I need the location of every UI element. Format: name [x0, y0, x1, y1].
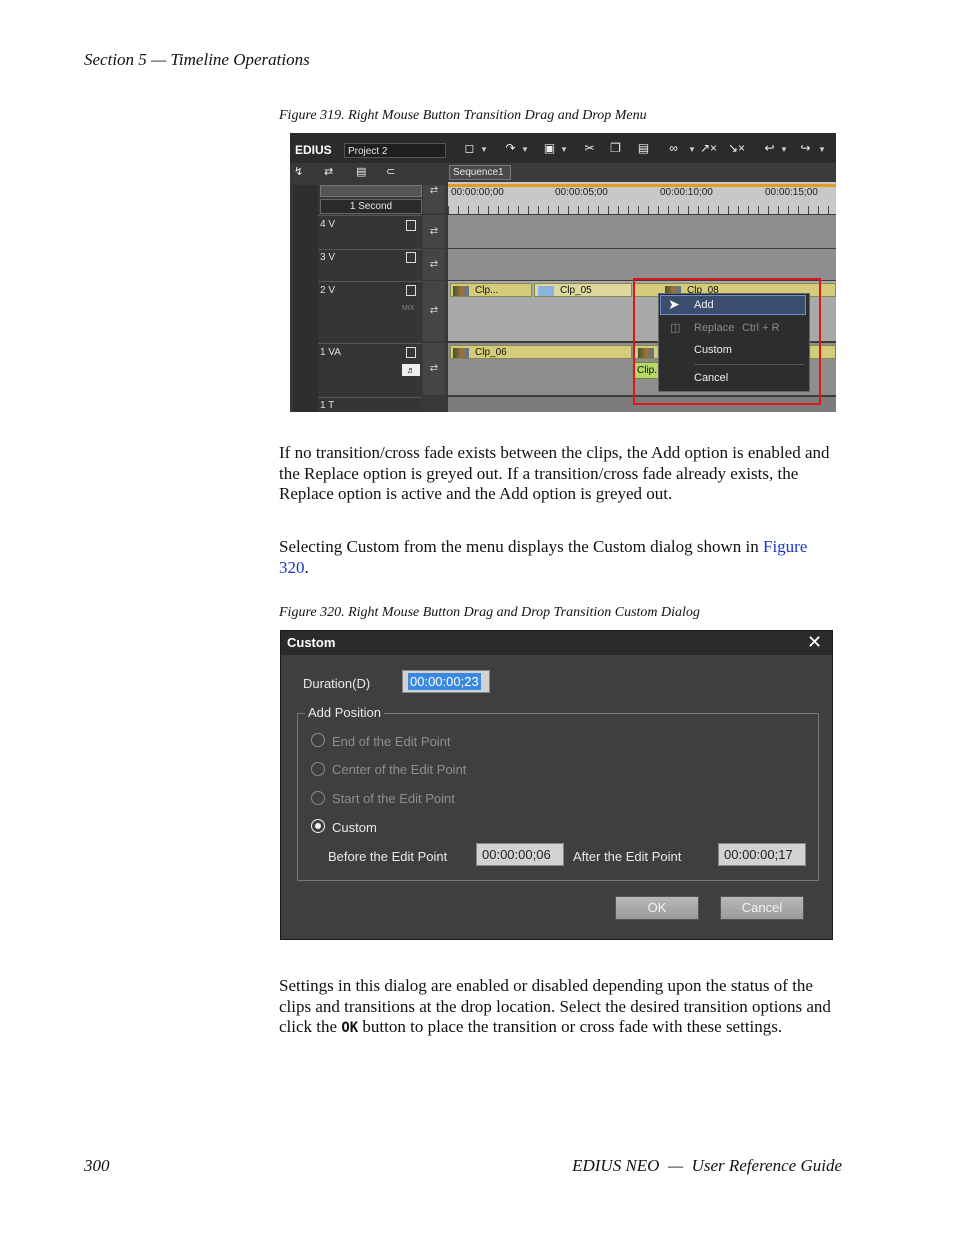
duration-label: Duration(D) — [303, 676, 371, 691]
track-label-2v: 2 V — [320, 285, 336, 296]
option-center-edit-point: Center of the Edit Point — [332, 762, 467, 777]
paste-icon[interactable]: ▤ — [636, 141, 651, 156]
track-sync-icon[interactable]: ⇄ — [423, 249, 445, 280]
radio-start-edit-point[interactable] — [311, 791, 325, 805]
clip-2v-1[interactable]: Clp... — [450, 283, 532, 297]
clip-name: Clp_06 — [475, 347, 507, 358]
paragraph-2: Selecting Custom from the menu displays … — [279, 537, 841, 578]
ripple-delete-icon[interactable]: ↘× — [728, 141, 745, 156]
ruler-ticks — [448, 206, 836, 214]
redo-icon[interactable]: ↪ — [798, 141, 813, 156]
timecode-15: 00:00:15;00 — [765, 187, 818, 198]
before-edit-point-label: Before the Edit Point — [328, 849, 448, 864]
guide-title: EDIUS NEO — User Reference Guide — [572, 1156, 842, 1175]
video-mute-icon[interactable] — [406, 347, 416, 358]
clip-name: Clp... — [475, 285, 499, 296]
app-logo: EDIUS — [295, 143, 332, 157]
duration-field[interactable]: 00:00:00;23 — [402, 670, 490, 693]
clip-2v-2[interactable]: Clp_05 — [534, 283, 632, 297]
new-sequence-icon[interactable]: ◻ — [462, 141, 477, 156]
add-position-label: Add Position — [305, 705, 384, 720]
ok-keyword: OK — [341, 1020, 359, 1036]
ruler-toggle-icon[interactable]: ⇄ — [423, 185, 445, 213]
radio-custom[interactable] — [311, 819, 325, 833]
clip-thumbnail — [453, 286, 469, 296]
mode-icon[interactable]: ↯ — [294, 165, 303, 178]
dialog-titlebar — [281, 631, 832, 655]
track-lane-4v[interactable] — [448, 215, 836, 248]
option-end-edit-point: End of the Edit Point — [332, 734, 451, 749]
chevron-down-icon[interactable]: ▼ — [480, 145, 488, 154]
ripple-icon[interactable]: ⇄ — [324, 165, 333, 178]
track-label-1t: 1 T — [320, 400, 335, 411]
copy-icon[interactable]: ❐ — [608, 141, 623, 156]
link-icon[interactable]: ∞ — [666, 141, 681, 156]
mix-label: MIX — [402, 305, 415, 312]
chevron-down-icon[interactable]: ▼ — [688, 145, 696, 154]
project-name-field[interactable]: Project 2 — [344, 143, 446, 158]
duration-value: 00:00:00;23 — [408, 673, 481, 690]
figure-320-caption: Figure 320. Right Mouse Button Drag and … — [279, 605, 700, 620]
video-mute-icon[interactable] — [406, 252, 416, 263]
cancel-button[interactable]: Cancel — [720, 896, 804, 920]
chevron-down-icon[interactable]: ▼ — [780, 145, 788, 154]
cut-icon[interactable]: ✂ — [582, 141, 597, 156]
paragraph-2-end: . — [304, 557, 309, 577]
paragraph-1: If no transition/cross fade exists betwe… — [279, 443, 830, 503]
timecode-0: 00:00:00;00 — [451, 187, 504, 198]
ok-button[interactable]: OK — [615, 896, 699, 920]
track-label-3v: 3 V — [320, 252, 336, 263]
track-label-1va: 1 VA — [320, 347, 341, 358]
paragraph-3: Settings in this dialog are enabled or d… — [279, 976, 841, 1039]
zoom-slider[interactable] — [320, 185, 422, 197]
figure-319-caption: Figure 319. Right Mouse Button Transitio… — [279, 108, 647, 123]
clip-name: Clp_05 — [560, 285, 592, 296]
scale-selector[interactable]: 1 Second — [320, 199, 422, 214]
video-mute-icon[interactable] — [406, 285, 416, 296]
custom-dialog: Custom ✕ Duration(D) 00:00:00;23 Add Pos… — [280, 630, 833, 940]
paragraph-3-end: button to place the transition or cross … — [358, 1017, 783, 1036]
radio-center-edit-point[interactable] — [311, 762, 325, 776]
highlight-box — [633, 278, 821, 405]
delete-icon[interactable]: ↗× — [700, 141, 717, 156]
track-sync-icon[interactable]: ⇄ — [423, 281, 445, 341]
sync-icon[interactable]: ▤ — [356, 165, 366, 178]
audio-mute-icon[interactable]: ♬ — [402, 364, 420, 376]
clip-thumbnail — [453, 348, 469, 358]
chevron-down-icon[interactable]: ▼ — [818, 145, 826, 154]
after-edit-point-field[interactable]: 00:00:00;17 — [718, 843, 806, 866]
chevron-down-icon[interactable]: ▼ — [521, 145, 529, 154]
undo-icon[interactable]: ↩ — [762, 141, 777, 156]
radio-end-edit-point[interactable] — [311, 733, 325, 747]
before-edit-point-field[interactable]: 00:00:00;06 — [476, 843, 564, 866]
clip-1va-1[interactable]: Clp_06 — [450, 345, 632, 359]
track-sync-icon[interactable]: ⇄ — [423, 215, 445, 248]
save-icon[interactable]: ▣ — [542, 141, 557, 156]
timecode-10: 00:00:10;00 — [660, 187, 713, 198]
option-custom: Custom — [332, 820, 377, 835]
page-number: 300 — [84, 1156, 110, 1175]
dialog-title: Custom — [287, 635, 336, 650]
option-start-edit-point: Start of the Edit Point — [332, 791, 455, 806]
track-label-4v: 4 V — [320, 219, 336, 230]
close-icon[interactable]: ✕ — [807, 632, 822, 653]
snap-icon[interactable]: ⊂ — [386, 165, 395, 178]
chevron-down-icon[interactable]: ▼ — [560, 145, 568, 154]
video-mute-icon[interactable] — [406, 220, 416, 231]
after-edit-point-label: After the Edit Point — [573, 849, 682, 864]
track-sync-icon[interactable]: ⇄ — [423, 343, 445, 395]
clip-thumbnail — [538, 286, 554, 296]
section-header: Section 5 — Timeline Operations — [84, 50, 310, 69]
timecode-5: 00:00:05;00 — [555, 187, 608, 198]
paragraph-2-text: Selecting Custom from the menu displays … — [279, 537, 763, 556]
track-lane-3v[interactable] — [448, 249, 836, 280]
tab-sequence1[interactable]: Sequence1 — [449, 165, 511, 180]
timeline-screenshot: EDIUS Project 2 ◻ ▼ ↷ ▼ ▣ ▼ ✂ ❐ ▤ ∞ ▼ ↗×… — [290, 133, 836, 412]
open-icon[interactable]: ↷ — [503, 141, 518, 156]
track-strip — [293, 185, 318, 412]
